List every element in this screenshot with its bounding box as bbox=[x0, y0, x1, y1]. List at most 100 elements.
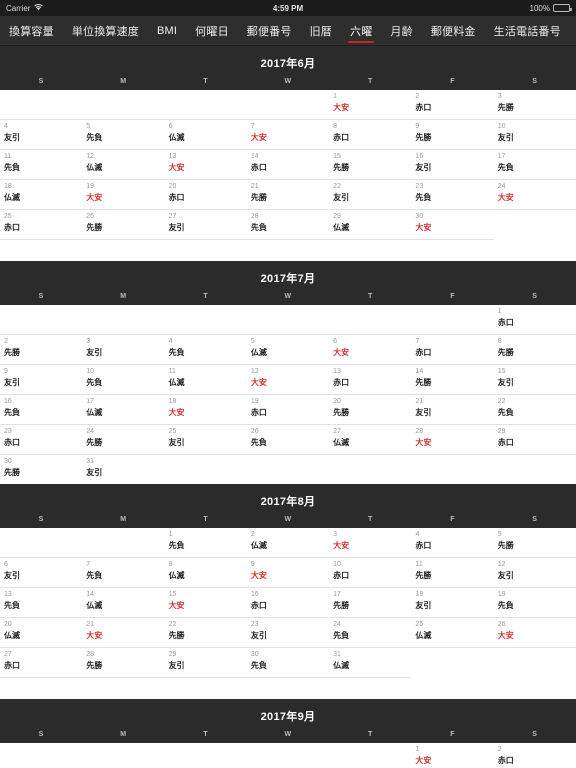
day-cell[interactable]: 29 赤口 bbox=[494, 425, 576, 454]
day-cell[interactable]: 23 先負 bbox=[411, 180, 493, 209]
day-cell[interactable]: 16 友引 bbox=[411, 150, 493, 179]
day-cell[interactable]: 19 大安 bbox=[82, 180, 164, 209]
day-cell[interactable]: 12 大安 bbox=[247, 365, 329, 394]
day-cell[interactable]: 15 先勝 bbox=[329, 150, 411, 179]
day-cell[interactable]: 19 先負 bbox=[494, 588, 576, 617]
day-cell[interactable]: 7 先負 bbox=[82, 558, 164, 587]
day-cell[interactable]: 24 先負 bbox=[329, 618, 411, 647]
day-cell[interactable]: 11 仏滅 bbox=[165, 365, 247, 394]
tab-7[interactable]: 月齢 bbox=[381, 16, 421, 45]
tab-6-active[interactable]: 六曜 bbox=[341, 16, 381, 45]
day-cell[interactable]: 20 先勝 bbox=[329, 395, 411, 424]
day-cell[interactable]: 9 大安 bbox=[247, 558, 329, 587]
day-cell[interactable]: 31 仏滅 bbox=[329, 648, 411, 677]
day-cell[interactable]: 2 赤口 bbox=[494, 743, 576, 768]
day-cell[interactable]: 7 大安 bbox=[247, 120, 329, 149]
tab-4[interactable]: 郵便番号 bbox=[238, 16, 301, 45]
day-cell[interactable]: 23 赤口 bbox=[0, 425, 82, 454]
day-cell[interactable]: 10 友引 bbox=[494, 120, 576, 149]
day-cell[interactable]: 19 赤口 bbox=[247, 395, 329, 424]
day-cell[interactable]: 14 先勝 bbox=[411, 365, 493, 394]
day-cell[interactable]: 6 友引 bbox=[0, 558, 82, 587]
day-cell[interactable]: 5 先負 bbox=[82, 120, 164, 149]
day-cell[interactable]: 25 赤口 bbox=[0, 210, 82, 239]
tab-8[interactable]: 郵便料金 bbox=[422, 16, 485, 45]
day-cell[interactable]: 24 先勝 bbox=[82, 425, 164, 454]
tab-2[interactable]: BMI bbox=[148, 16, 186, 45]
day-cell[interactable]: 16 先負 bbox=[0, 395, 82, 424]
day-cell[interactable]: 29 仏滅 bbox=[329, 210, 411, 239]
tab-1[interactable]: 単位換算速度 bbox=[63, 16, 148, 45]
day-cell[interactable]: 18 仏滅 bbox=[0, 180, 82, 209]
day-cell[interactable]: 27 友引 bbox=[165, 210, 247, 239]
day-cell[interactable]: 28 大安 bbox=[411, 425, 493, 454]
day-cell[interactable]: 20 赤口 bbox=[165, 180, 247, 209]
day-cell[interactable]: 3 友引 bbox=[82, 335, 164, 364]
tab-3[interactable]: 何曜日 bbox=[186, 16, 238, 45]
tab-9[interactable]: 生活電話番号 bbox=[485, 16, 570, 45]
day-cell[interactable]: 13 赤口 bbox=[329, 365, 411, 394]
tab-10[interactable]: 国際電話番号 bbox=[570, 16, 576, 45]
day-cell[interactable]: 30 先負 bbox=[247, 648, 329, 677]
day-cell[interactable]: 20 仏滅 bbox=[0, 618, 82, 647]
day-cell[interactable]: 22 友引 bbox=[329, 180, 411, 209]
tab-5[interactable]: 旧暦 bbox=[301, 16, 341, 45]
day-cell[interactable]: 26 大安 bbox=[494, 618, 576, 647]
day-cell[interactable]: 10 赤口 bbox=[329, 558, 411, 587]
day-cell[interactable]: 30 大安 bbox=[411, 210, 493, 239]
day-cell[interactable]: 21 友引 bbox=[411, 395, 493, 424]
day-cell[interactable]: 27 仏滅 bbox=[329, 425, 411, 454]
tab-0[interactable]: 換算容量 bbox=[0, 16, 63, 45]
day-cell[interactable]: 15 大安 bbox=[165, 588, 247, 617]
day-cell[interactable]: 30 先勝 bbox=[0, 455, 82, 484]
calendar-scroll-area[interactable]: 2017年6月 S M T W T F S 1 大安 2 赤口 3 先勝 4 友引 5 先負 6 仏滅 7 大安 8 赤口 9 先… bbox=[0, 46, 576, 768]
day-cell[interactable]: 8 赤口 bbox=[329, 120, 411, 149]
day-cell[interactable]: 21 先勝 bbox=[247, 180, 329, 209]
day-cell[interactable]: 31 友引 bbox=[82, 455, 164, 484]
day-cell[interactable]: 21 大安 bbox=[82, 618, 164, 647]
day-cell[interactable]: 4 赤口 bbox=[411, 528, 493, 557]
day-cell[interactable]: 4 友引 bbox=[0, 120, 82, 149]
day-cell[interactable]: 11 先負 bbox=[0, 150, 82, 179]
day-cell[interactable]: 25 仏滅 bbox=[411, 618, 493, 647]
tab-bar[interactable]: 換算容量 単位換算速度 BMI 何曜日 郵便番号 旧暦 六曜 月齢 郵便料金 生活電話番号 国際電話… bbox=[0, 16, 576, 46]
day-cell[interactable]: 9 友引 bbox=[0, 365, 82, 394]
day-cell[interactable]: 8 先勝 bbox=[494, 335, 576, 364]
day-cell[interactable]: 2 先勝 bbox=[0, 335, 82, 364]
day-cell[interactable]: 5 先勝 bbox=[494, 528, 576, 557]
day-cell[interactable]: 17 仏滅 bbox=[82, 395, 164, 424]
day-cell[interactable]: 7 赤口 bbox=[411, 335, 493, 364]
day-cell[interactable]: 22 先負 bbox=[494, 395, 576, 424]
day-cell[interactable]: 2 仏滅 bbox=[247, 528, 329, 557]
day-cell[interactable]: 5 仏滅 bbox=[247, 335, 329, 364]
day-cell[interactable]: 11 先勝 bbox=[411, 558, 493, 587]
day-cell[interactable]: 26 先勝 bbox=[82, 210, 164, 239]
day-cell[interactable]: 3 大安 bbox=[329, 528, 411, 557]
day-cell[interactable]: 6 仏滅 bbox=[165, 120, 247, 149]
day-cell[interactable]: 26 先負 bbox=[247, 425, 329, 454]
day-cell[interactable]: 8 仏滅 bbox=[165, 558, 247, 587]
day-cell[interactable]: 25 友引 bbox=[165, 425, 247, 454]
day-cell[interactable]: 29 友引 bbox=[165, 648, 247, 677]
day-cell[interactable]: 14 赤口 bbox=[247, 150, 329, 179]
day-cell[interactable]: 12 友引 bbox=[494, 558, 576, 587]
day-cell[interactable]: 22 先勝 bbox=[165, 618, 247, 647]
day-cell[interactable]: 12 仏滅 bbox=[82, 150, 164, 179]
day-cell[interactable]: 16 赤口 bbox=[247, 588, 329, 617]
day-cell[interactable]: 1 大安 bbox=[411, 743, 493, 768]
day-cell[interactable]: 17 先負 bbox=[494, 150, 576, 179]
day-cell[interactable]: 1 先負 bbox=[165, 528, 247, 557]
day-cell[interactable]: 14 仏滅 bbox=[82, 588, 164, 617]
day-cell[interactable]: 3 先勝 bbox=[494, 90, 576, 119]
day-cell[interactable]: 28 先勝 bbox=[82, 648, 164, 677]
day-cell[interactable]: 23 友引 bbox=[247, 618, 329, 647]
day-cell[interactable]: 9 先勝 bbox=[411, 120, 493, 149]
day-cell[interactable]: 18 友引 bbox=[411, 588, 493, 617]
day-cell[interactable]: 2 赤口 bbox=[411, 90, 493, 119]
day-cell[interactable]: 15 友引 bbox=[494, 365, 576, 394]
day-cell[interactable]: 13 大安 bbox=[165, 150, 247, 179]
day-cell[interactable]: 24 大安 bbox=[494, 180, 576, 209]
day-cell[interactable]: 18 大安 bbox=[165, 395, 247, 424]
day-cell[interactable]: 1 大安 bbox=[329, 90, 411, 119]
day-cell[interactable]: 13 先負 bbox=[0, 588, 82, 617]
